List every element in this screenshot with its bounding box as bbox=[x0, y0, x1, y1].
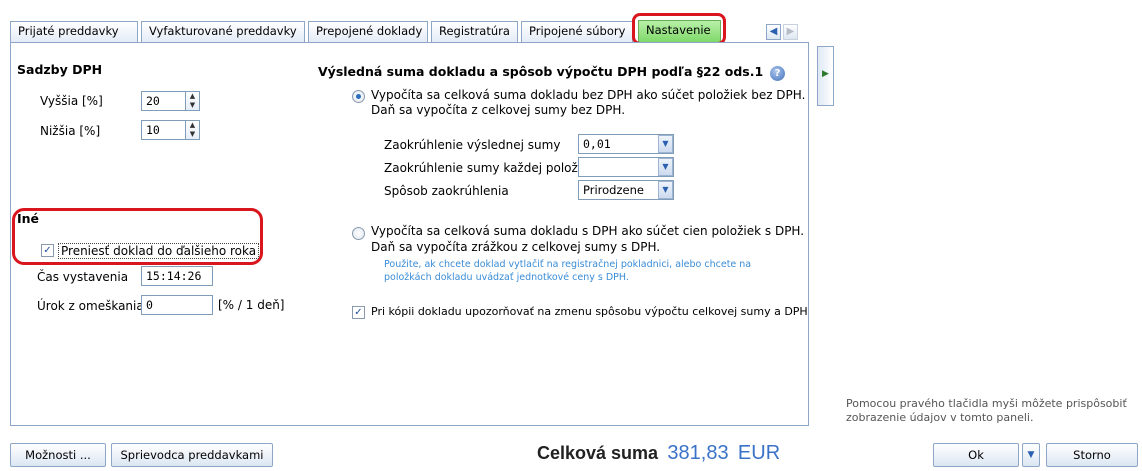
tab-pripojene-subory[interactable]: Pripojené súbory bbox=[521, 21, 633, 42]
tab-scroll-right-icon: ▶ bbox=[783, 24, 798, 40]
round-method-dropdown-icon[interactable]: ▼ bbox=[658, 181, 673, 199]
calc-option2-line1: Vypočíta sa celková suma dokladu s DPH a… bbox=[371, 224, 805, 238]
total-value: 381,83 bbox=[667, 442, 729, 464]
vat-rates-title: Sadzby DPH bbox=[17, 62, 103, 77]
round-item-dropdown-icon[interactable]: ▼ bbox=[658, 158, 673, 176]
vat-lower-spinner[interactable]: ▲ ▼ bbox=[185, 120, 200, 140]
vat-lower-label: Nižšia [%] bbox=[40, 124, 101, 138]
total-label: Celková suma bbox=[537, 443, 659, 463]
calc-option1-radio[interactable] bbox=[352, 90, 365, 103]
wizard-button[interactable]: Sprievodca preddavkami bbox=[111, 443, 273, 467]
round-total-label: Zaokrúhlenie výslednej sumy bbox=[384, 138, 561, 152]
cancel-button[interactable]: Storno bbox=[1046, 443, 1138, 467]
calc-method-title: Výsledná suma dokladu a spôsob výpočtu D… bbox=[318, 64, 764, 79]
vat-higher-spinner[interactable]: ▲ ▼ bbox=[185, 91, 200, 111]
calc-option1-line1: Vypočíta sa celková suma dokladu bez DPH… bbox=[371, 88, 806, 102]
tab-highlight-outline bbox=[632, 13, 726, 45]
ok-dropdown-icon[interactable]: ▼ bbox=[1022, 443, 1040, 467]
interest-label: Úrok z omeškania bbox=[37, 299, 144, 313]
side-panel-toggle-icon[interactable]: ▶ bbox=[817, 46, 834, 106]
calc-note-line1: Použite, ak chcete doklad vytlačiť na re… bbox=[384, 259, 752, 270]
round-total-dropdown-icon[interactable]: ▼ bbox=[658, 135, 673, 153]
transfer-label[interactable]: Preniesť doklad do ďalšieho roka bbox=[58, 243, 260, 259]
calc-option2-line2: Daň sa vypočíta zrážkou z celkovej sumy … bbox=[371, 240, 661, 254]
interest-input[interactable]: 0 bbox=[141, 295, 213, 315]
calc-option2-radio[interactable] bbox=[352, 227, 365, 240]
round-method-label: Spôsob zaokrúhlenia bbox=[384, 184, 509, 198]
issue-time-label: Čas vystavenia bbox=[37, 270, 129, 284]
side-help-text: Pomocou pravého tlačidla myši môžete pri… bbox=[846, 397, 1142, 425]
tab-vyfakturovane-preddavky[interactable]: Vyfakturované preddavky bbox=[141, 21, 305, 42]
side-help-line2: zobrazenie údajov v tomto paneli. bbox=[846, 411, 1034, 424]
tab-prijate-preddavky[interactable]: Prijaté preddavky bbox=[10, 21, 138, 42]
calc-option2-note: Použite, ak chcete doklad vytlačiť na re… bbox=[384, 258, 751, 284]
tab-scroll-left-icon[interactable]: ◀ bbox=[766, 24, 781, 40]
vat-lower-input[interactable]: 10 bbox=[141, 120, 186, 140]
copy-warning-checkbox[interactable]: ✓ bbox=[352, 306, 365, 319]
interest-unit: [% / 1 deň] bbox=[218, 298, 285, 312]
side-help-line1: Pomocou pravého tlačidla myši môžete pri… bbox=[846, 397, 1127, 410]
total-currency: EUR bbox=[737, 442, 781, 464]
copy-warning-label: Pri kópii dokladu upozorňovať na zmenu s… bbox=[371, 305, 808, 318]
transfer-checkbox[interactable]: ✓ bbox=[41, 244, 54, 257]
vat-higher-input[interactable]: 20 bbox=[141, 91, 186, 111]
vat-higher-label: Vyššia [%] bbox=[40, 94, 103, 108]
tab-registratura[interactable]: Registratúra bbox=[431, 21, 518, 42]
options-button[interactable]: Možnosti ... bbox=[10, 443, 106, 467]
calc-option1-line2: Daň sa vypočíta z celkovej sumy bez DPH. bbox=[371, 103, 626, 117]
round-item-label: Zaokrúhlenie sumy každej položky bbox=[384, 161, 592, 175]
issue-time-input[interactable]: 15:14:26 bbox=[141, 266, 213, 286]
total-sum: Celková suma 381,83 EUR bbox=[537, 442, 780, 465]
calc-note-line2: položkách dokladu uvádzať jednotkové cen… bbox=[384, 272, 629, 283]
ok-button[interactable]: Ok bbox=[933, 443, 1019, 467]
tab-prepojene-doklady[interactable]: Prepojené doklady bbox=[308, 21, 428, 42]
help-icon[interactable]: ? bbox=[770, 66, 785, 81]
